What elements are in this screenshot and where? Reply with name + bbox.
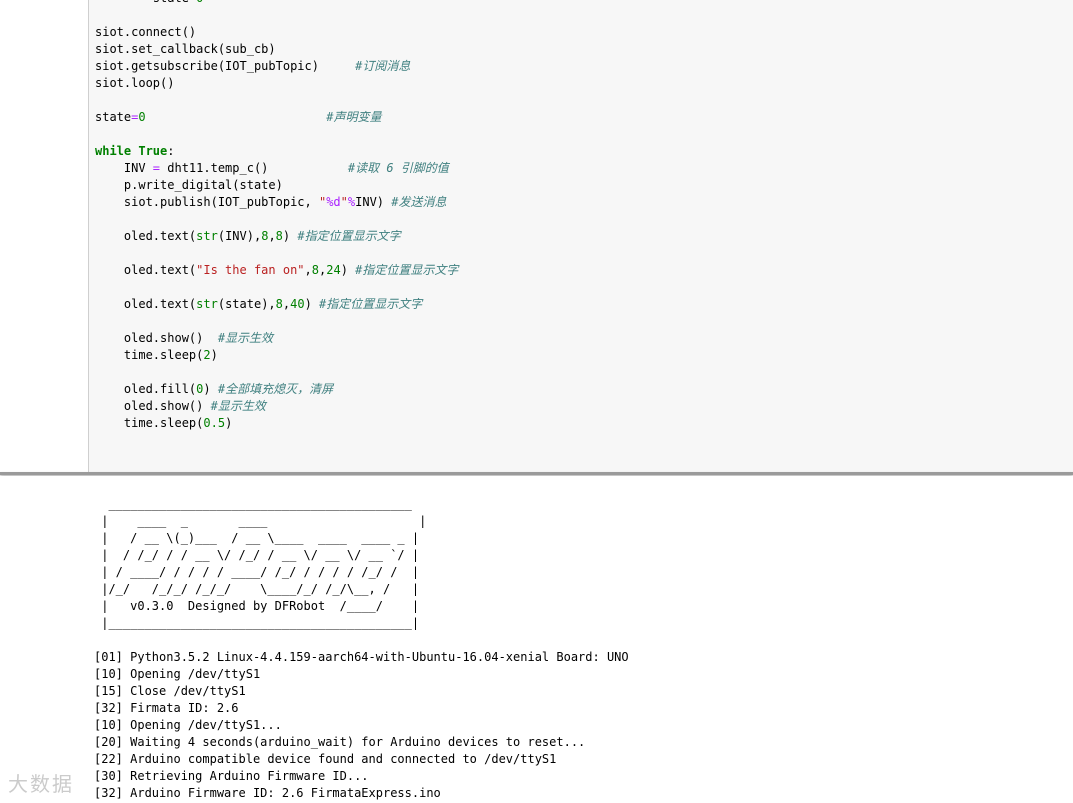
pinpong-banner: ________________________________________…: [101, 497, 427, 630]
connection-log: [01] Python3.5.2 Linux-4.4.159-aarch64-w…: [94, 650, 629, 800]
watermark: 大数据: [8, 772, 74, 796]
code-editor[interactable]: state=0 siot.connect() siot.set_callback…: [88, 0, 1073, 472]
code-text[interactable]: state=0 siot.connect() siot.set_callback…: [95, 0, 458, 432]
cell-divider: [0, 472, 1073, 475]
code-cell[interactable]: state=0 siot.connect() siot.set_callback…: [0, 0, 1073, 472]
cell-prompt-gutter: [0, 0, 88, 472]
output-text: ________________________________________…: [94, 496, 629, 802]
output-area: ________________________________________…: [0, 476, 1073, 803]
